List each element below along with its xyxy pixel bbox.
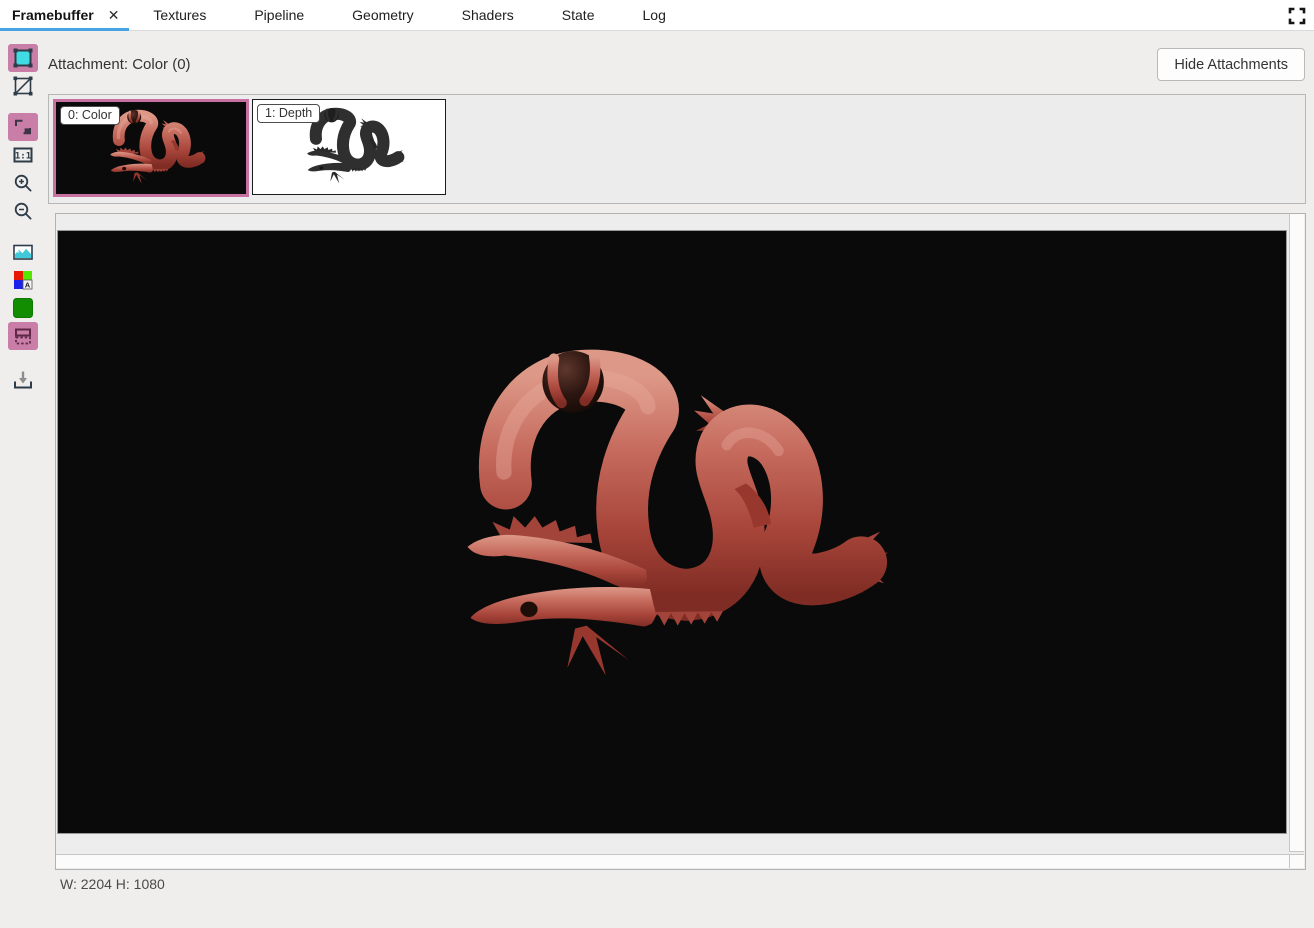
vertical-scrollbar[interactable] [1289,214,1304,852]
attachment-label: Attachment: Color (0) [48,56,191,73]
scrollbar-corner [1289,854,1304,868]
fit-to-window-button[interactable] [8,113,38,141]
tab-log[interactable]: Log [619,0,690,30]
fullscreen-icon[interactable] [1288,7,1306,25]
zoom-out-button[interactable] [8,197,38,225]
fit-to-window-icon [12,116,34,138]
background-color-button[interactable] [8,294,38,322]
rgba-channels-icon: A [12,269,34,291]
attachment-thumbnail-color[interactable]: 0: Color [53,99,249,197]
framebuffer-image[interactable] [57,230,1287,834]
tab-state[interactable]: State [538,0,619,30]
flip-vertical-icon [12,325,34,347]
tab-geometry[interactable]: Geometry [328,0,437,30]
transparent-texture-icon [12,75,34,97]
color-texture-icon [12,47,34,69]
hide-attachments-button[interactable]: Hide Attachments [1157,48,1305,81]
one-to-one-icon: 1:1 [12,144,34,166]
attachment-badge: 0: Color [60,106,120,125]
view-image-button[interactable] [8,238,38,266]
tab-pipeline[interactable]: Pipeline [230,0,328,30]
attachment-thumbnail-depth[interactable]: 1: Depth [252,99,446,195]
show-transparent-button[interactable] [8,72,38,100]
flip-vertical-button[interactable] [8,322,38,350]
close-tab-icon[interactable]: ✕ [108,7,120,24]
color-swatch-icon [12,297,34,319]
attachment-badge: 1: Depth [257,104,320,123]
tab-framebuffer[interactable]: Framebuffer ✕ [0,0,129,30]
left-toolbar: 1:1 [0,31,46,394]
show-color-button[interactable] [8,44,38,72]
rgba-channels-button[interactable]: A [8,266,38,294]
attachments-panel: 0: Color [48,94,1306,204]
tab-textures[interactable]: Textures [129,0,230,30]
rendered-dragon-model [408,329,888,711]
image-size-label: W: 2204 H: 1080 [60,876,165,892]
framebuffer-viewport [55,213,1306,870]
download-icon [12,369,34,391]
tab-shaders[interactable]: Shaders [438,0,538,30]
image-icon [12,241,34,263]
svg-text:1:1: 1:1 [15,152,31,162]
zoom-in-button[interactable] [8,169,38,197]
zoom-out-icon [12,200,34,222]
tab-framebuffer-label: Framebuffer [12,7,94,23]
horizontal-scrollbar[interactable] [56,854,1289,868]
tab-bar: Framebuffer ✕ Textures Pipeline Geometry… [0,0,1314,31]
zoom-in-icon [12,172,34,194]
svg-text:A: A [25,280,31,289]
save-image-button[interactable] [8,366,38,394]
actual-size-button[interactable]: 1:1 [8,141,38,169]
